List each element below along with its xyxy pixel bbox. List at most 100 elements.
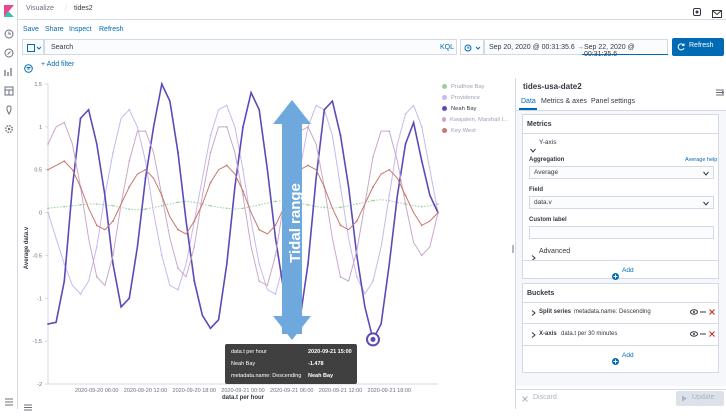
breadcrumb-visualize[interactable]: Visualize (26, 5, 54, 12)
saved-query-button[interactable] (22, 39, 44, 55)
series-point[interactable] (177, 267, 179, 270)
series-point[interactable] (177, 201, 179, 204)
series-point[interactable] (437, 203, 439, 205)
average-help-link[interactable]: Average help (685, 157, 717, 163)
series-point[interactable] (242, 125, 244, 128)
series-point[interactable] (112, 263, 114, 265)
series-point[interactable] (95, 275, 98, 278)
series-point[interactable] (372, 155, 374, 158)
highlighted-point[interactable] (366, 332, 380, 347)
series-point[interactable] (225, 164, 228, 167)
series-point[interactable] (323, 108, 326, 111)
panel-resize-handle[interactable] (512, 240, 514, 253)
eye-icon[interactable] (690, 331, 698, 337)
series-point[interactable] (307, 263, 309, 265)
series-point[interactable] (307, 125, 309, 128)
series-point[interactable] (274, 224, 277, 227)
filter-options-icon[interactable] (24, 60, 33, 78)
series-point[interactable] (242, 207, 244, 210)
series-point[interactable] (128, 108, 131, 111)
series-point[interactable] (307, 164, 309, 167)
series-point[interactable] (144, 168, 147, 171)
split-series-row[interactable]: Split series metadata.name: Descending (523, 306, 718, 320)
series-point[interactable] (323, 185, 326, 188)
series-point[interactable] (79, 117, 82, 120)
legend-item[interactable]: Prudhoe Bay (442, 81, 508, 92)
series-point[interactable] (437, 211, 439, 214)
gear-icon[interactable] (3, 123, 15, 135)
drag-handle-icon[interactable] (700, 333, 706, 335)
series-point[interactable] (144, 177, 147, 180)
advanced-toggle[interactable]: Advanced (539, 248, 570, 255)
legend-item[interactable]: Kwajalein, Marshall I... (442, 114, 508, 125)
series-point[interactable] (242, 190, 244, 193)
series-point[interactable] (47, 168, 49, 171)
refresh-button[interactable]: Refresh (672, 38, 724, 56)
series-point[interactable] (63, 160, 66, 163)
yaxis-label[interactable]: Y-axis (539, 139, 556, 146)
drag-handle-icon[interactable] (700, 311, 706, 313)
series-point[interactable] (307, 203, 309, 206)
series-point[interactable] (209, 181, 212, 184)
series-point[interactable] (144, 130, 147, 133)
dashboard-icon[interactable] (3, 85, 15, 97)
series-point[interactable] (79, 185, 82, 188)
series-point[interactable] (420, 254, 423, 257)
close-icon[interactable] (709, 309, 715, 315)
series-point[interactable] (404, 203, 407, 205)
series-point[interactable] (112, 151, 114, 154)
aggregation-select[interactable]: Average (529, 166, 714, 179)
series-point[interactable] (388, 194, 391, 197)
kibana-logo-icon[interactable] (3, 5, 15, 17)
series-point[interactable] (128, 185, 131, 188)
series-point[interactable] (258, 228, 261, 231)
series-point[interactable] (420, 125, 423, 128)
close-icon[interactable] (709, 331, 715, 337)
series-point[interactable] (177, 151, 179, 154)
eye-icon[interactable] (690, 309, 698, 315)
series-point[interactable] (242, 168, 244, 171)
series-point[interactable] (388, 263, 391, 265)
series-point[interactable] (209, 151, 212, 154)
menu-toggle-icon[interactable] (3, 396, 15, 408)
tab-metrics-axes[interactable]: Metrics & axes (541, 98, 587, 105)
series-point[interactable] (63, 205, 66, 208)
series-point[interactable] (160, 204, 163, 207)
series-point[interactable] (63, 121, 66, 124)
series-point[interactable] (372, 199, 374, 202)
series-point[interactable] (160, 194, 163, 197)
series-point[interactable] (274, 293, 277, 295)
series-point[interactable] (193, 245, 196, 248)
legend-item[interactable]: Providence (442, 92, 508, 103)
save-button[interactable]: Save (23, 26, 39, 33)
series-point[interactable] (339, 134, 342, 137)
chevron-right-icon[interactable] (531, 248, 536, 266)
series-point[interactable] (274, 237, 277, 240)
visualize-icon[interactable] (3, 66, 15, 78)
series-point[interactable] (258, 263, 261, 265)
series-point[interactable] (63, 263, 66, 265)
series-point[interactable] (79, 293, 82, 295)
series-point[interactable] (112, 204, 114, 207)
field-select[interactable]: data.v (529, 196, 714, 209)
custom-label-input[interactable] (529, 226, 714, 239)
series-point[interactable] (47, 211, 49, 214)
series-point[interactable] (258, 203, 261, 206)
refresh-link[interactable]: Refresh (99, 26, 124, 33)
series-point[interactable] (47, 143, 49, 145)
series-point[interactable] (79, 203, 82, 206)
series-point[interactable] (209, 327, 212, 330)
series-point[interactable] (63, 280, 66, 283)
add-bucket-button[interactable]: Add (612, 352, 634, 370)
series-point[interactable] (225, 104, 228, 107)
series-point[interactable] (128, 208, 131, 211)
compass-icon[interactable] (3, 47, 15, 59)
legend-item[interactable]: Key West (442, 125, 508, 136)
start-date[interactable]: Sep 20, 2020 @ 00:31:35.6 (489, 44, 575, 51)
series-line-2[interactable] (47, 81, 439, 342)
series-point[interactable] (242, 194, 244, 197)
series-point[interactable] (95, 143, 98, 145)
series-point[interactable] (47, 323, 49, 325)
series-line-1[interactable] (47, 104, 439, 296)
end-date[interactable]: Sep 22, 2020 @ 00:31:35.6 (584, 44, 667, 58)
